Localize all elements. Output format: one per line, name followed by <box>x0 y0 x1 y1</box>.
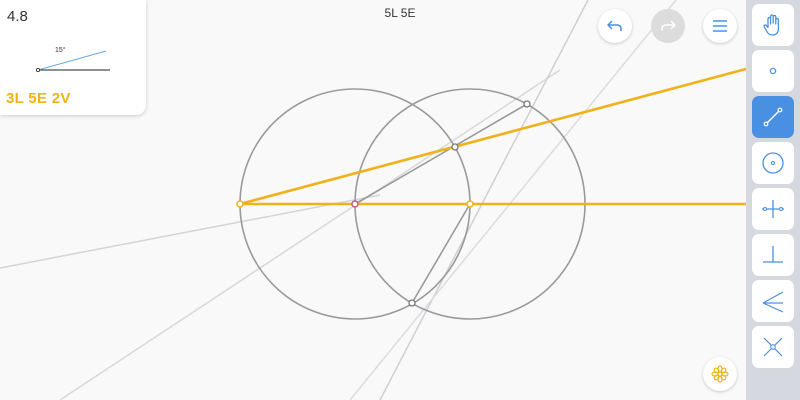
level-goals: 3L 5E 2V <box>6 90 71 107</box>
faint-line-left <box>0 194 381 269</box>
tool-angle-bisector[interactable] <box>752 280 794 322</box>
tool-panel <box>746 0 800 400</box>
menu-icon <box>713 20 727 32</box>
level-card[interactable]: 4.8 15° 3L 5E 2V <box>0 0 146 115</box>
angle-bisector-icon <box>762 291 784 313</box>
faint-line-long <box>349 0 677 400</box>
level-number: 4.8 <box>7 8 28 25</box>
tool-perpendicular-bisector[interactable] <box>752 188 794 230</box>
hand-icon <box>763 14 780 36</box>
tool-circle[interactable] <box>752 142 794 184</box>
circle-icon <box>762 152 784 174</box>
tool-point[interactable] <box>752 50 794 92</box>
point-intersection-top[interactable] <box>523 100 531 108</box>
intersect-icon <box>763 337 783 357</box>
tool-hand[interactable] <box>752 4 794 46</box>
line-icon <box>763 107 783 127</box>
undo-button[interactable] <box>598 9 632 43</box>
tool-intersect[interactable] <box>752 326 794 368</box>
point-intersection-upper[interactable] <box>451 143 459 151</box>
hint-flower-icon <box>711 365 729 383</box>
perpendicular-icon <box>763 246 783 263</box>
point-icon <box>769 67 777 75</box>
point-center-left[interactable] <box>351 200 359 208</box>
move-counter: 5L 5E <box>384 6 416 20</box>
undo-icon <box>607 20 622 31</box>
menu-button[interactable] <box>703 9 737 43</box>
faint-line-steep <box>379 0 589 400</box>
goal-angle-label: 15° <box>55 47 66 54</box>
tool-line[interactable] <box>752 96 794 138</box>
goal-diagram <box>36 50 110 72</box>
point-intersection-bottom[interactable] <box>408 299 416 307</box>
hint-button[interactable] <box>703 357 737 391</box>
gray-line-chord <box>354 103 528 205</box>
redo-button[interactable] <box>651 9 685 43</box>
tool-perpendicular[interactable] <box>752 234 794 276</box>
point-origin[interactable] <box>236 200 244 208</box>
perpendicular-bisector-icon <box>762 200 784 218</box>
redo-icon <box>661 20 676 31</box>
point-center-right[interactable] <box>466 200 474 208</box>
